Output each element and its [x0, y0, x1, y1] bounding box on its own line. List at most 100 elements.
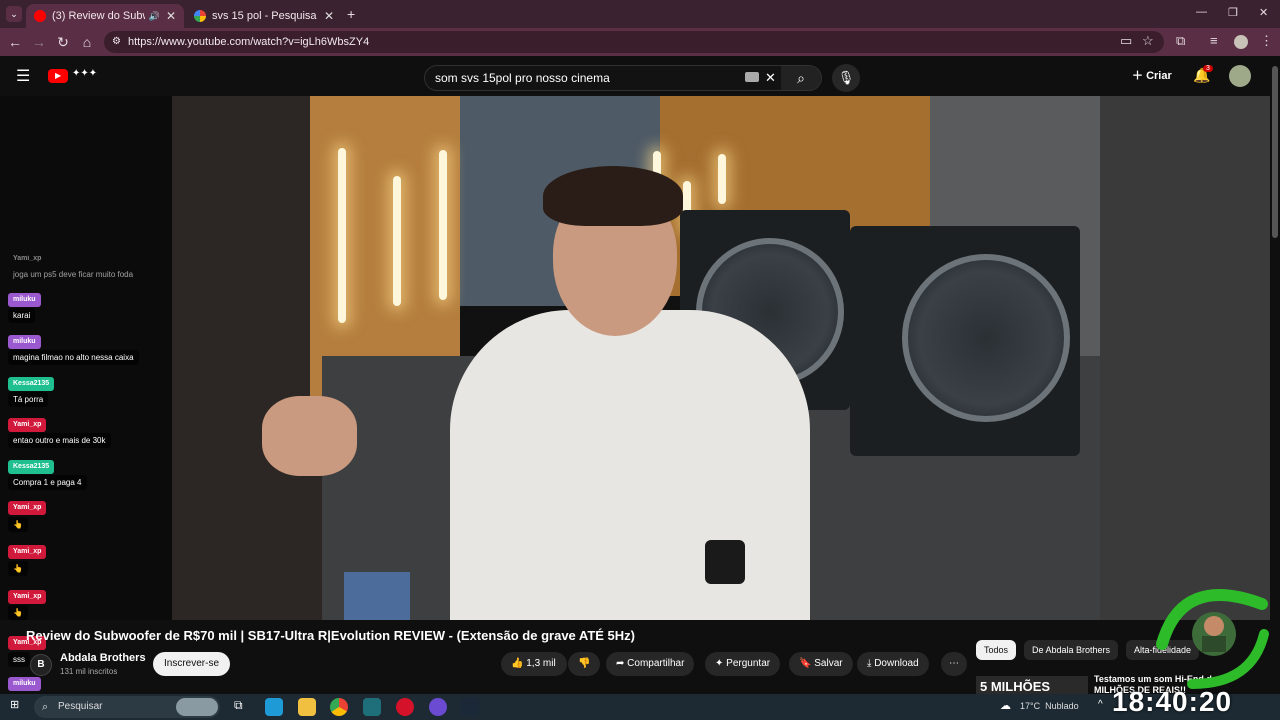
url-text: https://www.youtube.com/watch?v=igLh6Wbs…: [128, 36, 370, 48]
file-explorer-icon[interactable]: [298, 698, 316, 716]
forward-arrow-icon[interactable]: →: [30, 34, 48, 50]
search-icon: ⌕: [797, 70, 805, 86]
taskbar-search[interactable]: ⌕ Pesquisar: [34, 696, 220, 718]
taskbar-search-placeholder: Pesquisar: [58, 701, 103, 712]
doodle-decoration-icon: ✦✦✦: [72, 68, 98, 79]
clear-search-icon[interactable]: ✕: [765, 66, 776, 90]
browser-tab-bar: ⌄ (3) Review do Subwoofer de 🔊 ✕ svs 15 …: [0, 0, 1280, 28]
channel-avatar[interactable]: B: [30, 654, 52, 676]
clock-overlay: 18:40:20: [1112, 686, 1233, 717]
chat-message: sss: [8, 652, 30, 667]
share-arrow-icon: ➦: [616, 658, 625, 669]
video-wall-left: [172, 96, 322, 620]
chat-username: miluku: [8, 335, 41, 349]
voice-search-button[interactable]: 🎙: [832, 64, 860, 92]
reading-list-icon[interactable]: ≡: [1210, 33, 1218, 48]
smartwatch: [705, 540, 745, 584]
notification-badge: 3: [1203, 65, 1213, 72]
dislike-button[interactable]: 👎: [568, 652, 600, 676]
save-button[interactable]: 🔖 Salvar: [789, 652, 853, 676]
keyboard-icon[interactable]: [745, 72, 759, 82]
task-view-icon[interactable]: ⧉: [234, 698, 243, 713]
subscriber-count: 131 mil inscritos: [60, 667, 118, 676]
chat-message: entao outro e mais de 30k: [8, 433, 111, 448]
extensions-icon[interactable]: ⧉: [1176, 33, 1185, 49]
chat-username: Yami_xp: [8, 590, 47, 604]
chrome-icon[interactable]: [330, 698, 348, 716]
minimize-icon[interactable]: —: [1196, 6, 1207, 18]
browser-toolbar: ← → ↻ ⌂ ⚙ https://www.youtube.com/watch?…: [0, 28, 1280, 56]
close-tab-icon[interactable]: ✕: [166, 9, 176, 23]
sparkle-icon: ✦: [715, 658, 724, 669]
restore-icon[interactable]: ❐: [1228, 6, 1238, 19]
tray-chevron-icon[interactable]: ^: [1098, 699, 1103, 710]
start-icon[interactable]: ⊞: [10, 698, 19, 711]
video-letterbox-right: [1100, 96, 1270, 620]
ask-button[interactable]: ✦ Perguntar: [705, 652, 781, 676]
chat-username: Kessa2135: [8, 377, 55, 391]
video-player[interactable]: Yami_xp joga um ps5 deve ficar muito fod…: [0, 96, 1270, 620]
chip-all[interactable]: Todos: [976, 640, 1017, 660]
subscribe-button[interactable]: Inscrever-se: [153, 652, 231, 676]
close-window-icon[interactable]: ✕: [1259, 6, 1268, 19]
light-bar: [393, 176, 401, 306]
channel-name[interactable]: Abdala Brothers: [60, 652, 146, 664]
app-icon[interactable]: [363, 698, 381, 716]
chat-message: Compra 1 e paga 4: [8, 475, 87, 490]
opera-icon[interactable]: [396, 698, 414, 716]
ask-label: Perguntar: [726, 658, 771, 669]
youtube-logo-icon[interactable]: ▶: [48, 69, 68, 83]
hamburger-menu-icon[interactable]: ☰: [16, 66, 30, 86]
share-button[interactable]: ➦ Compartilhar: [606, 652, 695, 676]
create-label: Criar: [1146, 70, 1172, 82]
tab-search-dropdown-icon[interactable]: ⌄: [6, 6, 22, 22]
download-button[interactable]: ⤓ Download: [857, 652, 929, 676]
download-label: Download: [874, 658, 919, 669]
account-avatar[interactable]: [1229, 65, 1251, 87]
download-icon: ⤓: [867, 658, 872, 669]
chat-username: miluku: [8, 677, 41, 691]
weather-text[interactable]: 17°C Nublado: [1020, 701, 1079, 711]
tv-gordinho-watermark: [1152, 574, 1278, 692]
cast-icon[interactable]: ▭: [1120, 33, 1132, 49]
back-arrow-icon[interactable]: ←: [6, 34, 24, 50]
chat-username: Yami_xp: [8, 418, 47, 432]
search-input[interactable]: som svs 15pol pro nosso cinema ✕ ⌕: [424, 65, 822, 91]
search-button[interactable]: ⌕: [781, 66, 821, 90]
messenger-icon[interactable]: [429, 698, 447, 716]
bookmark-star-icon[interactable]: ☆: [1142, 33, 1154, 49]
chat-username: Yami_xp: [8, 545, 47, 559]
chat-message: 👆: [8, 561, 28, 576]
tab-title: svs 15 pol - Pesquisa Google: [212, 10, 318, 22]
like-count: 1,3 mil: [526, 658, 556, 669]
light-bar: [439, 150, 447, 300]
tab-title: (3) Review do Subwoofer de: [52, 10, 145, 22]
browser-menu-icon[interactable]: ⋮: [1260, 33, 1273, 49]
store-icon[interactable]: [265, 698, 283, 716]
reload-icon[interactable]: ↻: [54, 34, 72, 51]
like-button[interactable]: 👍 1,3 mil: [501, 652, 567, 676]
home-icon[interactable]: ⌂: [78, 34, 96, 50]
share-label: Compartilhar: [627, 658, 685, 669]
create-button[interactable]: ＋ Criar: [1132, 67, 1172, 83]
manatee-icon: [176, 698, 218, 716]
page-scrollbar[interactable]: [1272, 66, 1278, 238]
tab-google-search[interactable]: svs 15 pol - Pesquisa Google ✕: [186, 4, 342, 28]
chat-message: 👆: [8, 605, 28, 620]
plus-icon: ＋: [1132, 70, 1143, 82]
chat-message: joga um ps5 deve ficar muito foda: [13, 270, 134, 279]
chat-username: miluku: [8, 293, 41, 307]
chat-username: Kessa2135: [8, 460, 55, 474]
site-info-icon[interactable]: ⚙: [112, 31, 121, 53]
speaker-icon[interactable]: 🔊: [149, 11, 160, 22]
profile-avatar[interactable]: [1234, 35, 1248, 49]
address-bar[interactable]: ⚙ https://www.youtube.com/watch?v=igLh6W…: [104, 31, 1164, 53]
chip-from-channel[interactable]: De Abdala Brothers: [1024, 640, 1119, 660]
new-tab-button[interactable]: +: [347, 6, 355, 22]
steam-icon[interactable]: [461, 698, 479, 716]
recommended-thumbnail[interactable]: 5 MILHÕES: [976, 676, 1088, 694]
close-tab-icon[interactable]: ✕: [324, 9, 334, 23]
tab-youtube-video[interactable]: (3) Review do Subwoofer de 🔊 ✕: [26, 4, 184, 28]
more-actions-button[interactable]: ⋯: [941, 652, 967, 676]
windows-taskbar: ⊞ ⌕ Pesquisar ⧉ ☁ 17°C Nublado ^: [0, 694, 1280, 720]
